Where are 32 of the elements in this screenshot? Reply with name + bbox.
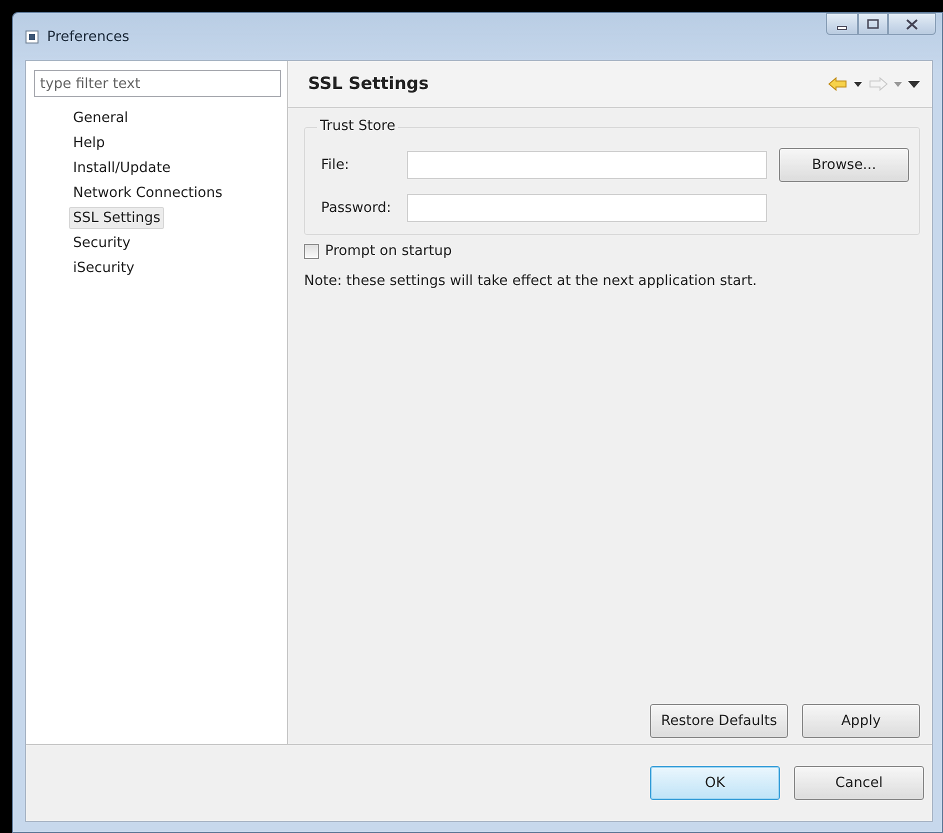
dropdown-icon[interactable] (854, 82, 862, 86)
note-text: Note: these settings will take effect at the next application start. (304, 273, 758, 289)
minimize-icon (837, 26, 847, 30)
minimize-button[interactable] (826, 13, 858, 35)
app-icon (25, 30, 39, 44)
field-label: Password: (321, 200, 392, 216)
sidebar-item[interactable]: Install/Update (69, 157, 175, 179)
menu-icon[interactable] (908, 80, 920, 88)
sidebar-item[interactable]: Help (69, 132, 109, 154)
ok-button[interactable]: OK (650, 766, 780, 800)
filter-field[interactable]: type filter text (34, 70, 281, 97)
sidebar-item[interactable]: SSL Settings (69, 207, 164, 229)
cancel-button[interactable]: Cancel (794, 766, 924, 800)
window-title: Preferences (47, 28, 130, 44)
input-field[interactable] (407, 151, 767, 179)
sidebar-item[interactable]: General (69, 107, 132, 129)
sidebar-item[interactable]: Security (69, 232, 134, 254)
sidebar-item[interactable]: Network Connections (69, 182, 226, 204)
checkbox[interactable] (304, 244, 319, 258)
back-arrow-icon[interactable] (828, 76, 848, 92)
restore-defaults-button[interactable]: Restore Defaults (650, 704, 788, 738)
sidebar-item[interactable]: iSecurity (69, 257, 138, 279)
maximize-button[interactable] (858, 13, 888, 35)
input-field[interactable] (407, 194, 767, 222)
checkbox-label: Prompt on startup (325, 243, 452, 259)
close-icon (906, 18, 918, 30)
field-label: File: (321, 157, 350, 173)
maximize-icon (867, 19, 879, 29)
apply-button[interactable]: Apply (802, 704, 920, 738)
page-title: SSL Settings (308, 74, 429, 94)
close-button[interactable] (888, 13, 936, 35)
browse-button[interactable]: Browse... (779, 148, 909, 182)
